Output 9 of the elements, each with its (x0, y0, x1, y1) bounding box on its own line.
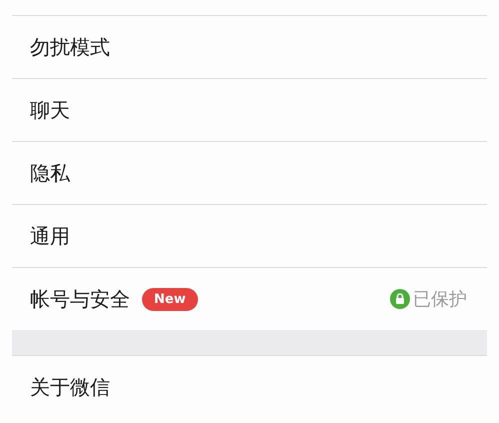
settings-item[interactable]: 通用 (12, 205, 487, 267)
settings-item[interactable]: 勿扰模式 (12, 16, 487, 78)
new-badge: New (142, 288, 198, 310)
settings-item[interactable]: 帐号与安全 New 已保护 (12, 268, 487, 330)
status-text: 已保护 (413, 288, 467, 311)
settings-item[interactable]: 聊天 (12, 79, 487, 141)
settings-item[interactable]: 隐私 (12, 142, 487, 204)
lock-icon (390, 289, 410, 309)
settings-item[interactable]: 关于微信 (12, 356, 487, 418)
